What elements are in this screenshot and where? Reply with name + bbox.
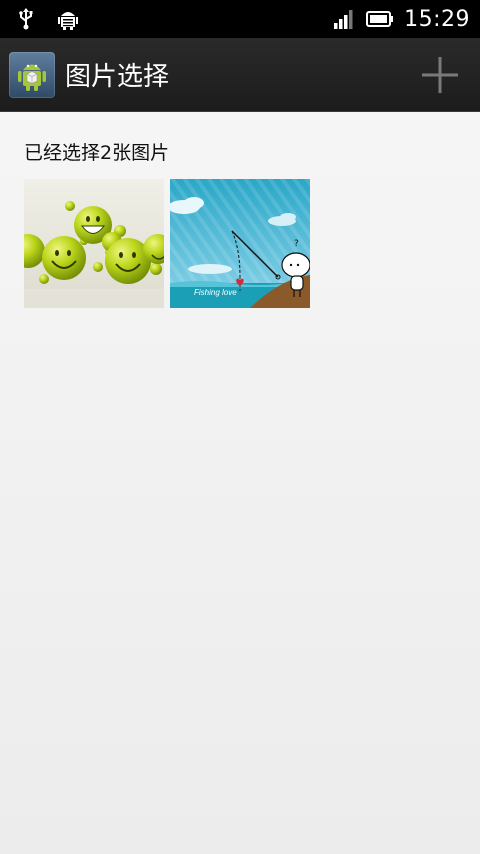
add-button[interactable]	[420, 55, 460, 95]
image-caption: Fishing love	[194, 288, 237, 297]
clock: 15:29	[404, 6, 470, 32]
plus-icon	[422, 57, 458, 93]
status-left-icons	[14, 7, 80, 31]
signal-icon	[332, 7, 356, 31]
selection-count-label: 已经选择2张图片	[24, 142, 170, 164]
page-title: 图片选择	[65, 62, 170, 92]
status-bar: 15:29	[0, 0, 480, 38]
action-bar: 图片选择	[0, 38, 480, 112]
status-right-icons: 15:29	[332, 7, 470, 32]
svg-text:?: ?	[294, 239, 299, 249]
android-debug-icon	[56, 7, 80, 31]
fishing-love-image[interactable]: ? Fishing love	[170, 179, 310, 308]
content-area: 已经选择2张图片 ? Fishing love	[24, 138, 310, 308]
android-app-icon[interactable]	[9, 51, 55, 98]
usb-icon	[14, 7, 38, 31]
smiley-balls-image[interactable]	[24, 179, 164, 308]
thumbnail-grid: ? Fishing love	[24, 179, 310, 308]
battery-icon	[366, 7, 394, 31]
